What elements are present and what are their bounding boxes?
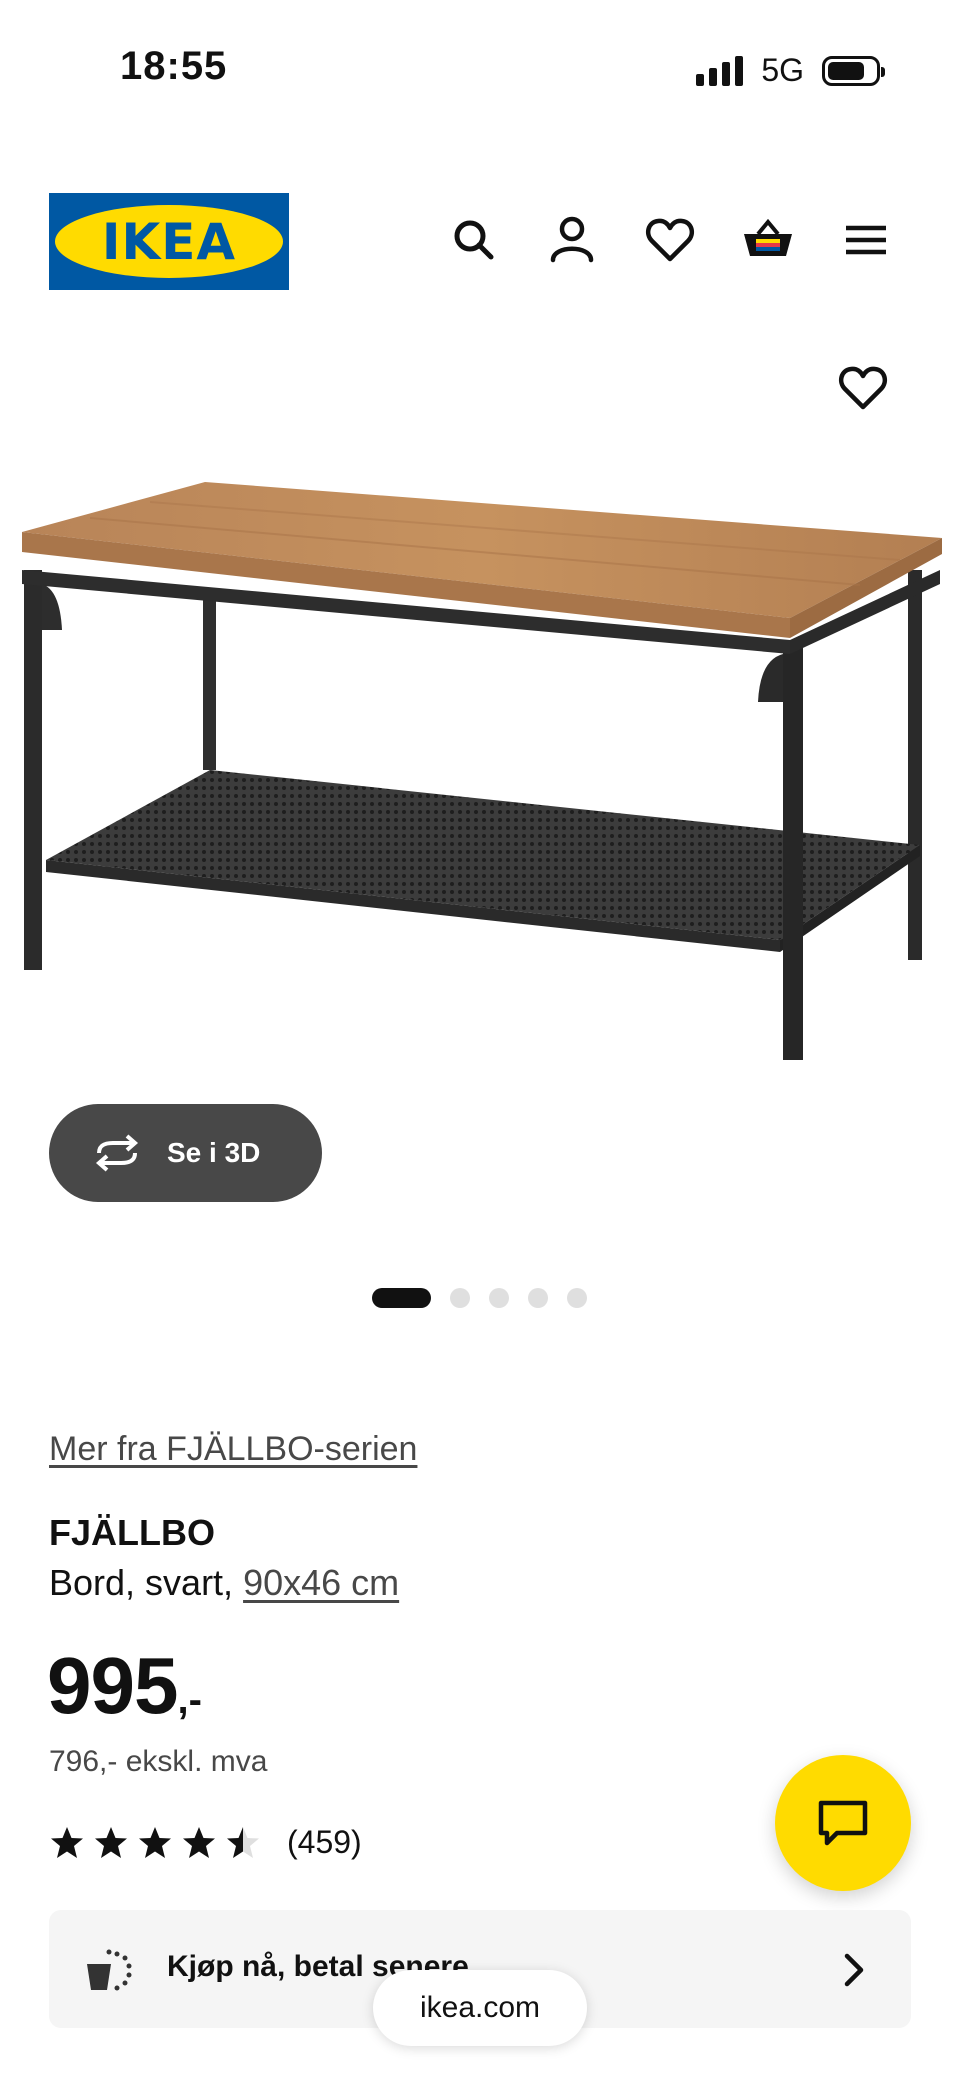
series-link[interactable]: Mer fra FJÄLLBO-serien [49, 1430, 417, 1469]
star-icon [95, 1826, 127, 1858]
menu-icon[interactable] [838, 212, 894, 268]
browser-url-bar[interactable]: ikea.com [373, 1970, 587, 2046]
basket-icon[interactable] [740, 212, 796, 268]
product-image[interactable] [0, 440, 960, 1120]
payment-bag-icon [87, 1949, 132, 1991]
battery-icon [822, 55, 885, 86]
account-icon[interactable] [544, 212, 600, 268]
search-icon[interactable] [446, 212, 502, 268]
price: 995,- [47, 1640, 202, 1732]
carousel-dot[interactable] [528, 1288, 548, 1308]
rotate-3d-icon [95, 1134, 139, 1172]
price-suffix: ,- [177, 1678, 202, 1722]
network-type: 5G [761, 52, 804, 88]
rating[interactable]: (459) [49, 1824, 362, 1861]
half-star-icon [227, 1826, 259, 1858]
chat-button[interactable] [775, 1755, 911, 1891]
star-icon [139, 1826, 171, 1858]
carousel-indicator[interactable] [372, 1288, 587, 1308]
carousel-dot[interactable] [567, 1288, 587, 1308]
price-value: 995 [47, 1641, 178, 1730]
chevron-right-icon [844, 1953, 864, 1987]
favorite-heart-icon[interactable] [835, 360, 891, 416]
review-count: (459) [287, 1824, 362, 1860]
carousel-dot[interactable] [489, 1288, 509, 1308]
carousel-dot[interactable] [450, 1288, 470, 1308]
view-in-3d-button[interactable]: Se i 3D [49, 1104, 322, 1202]
carousel-dot[interactable] [372, 1288, 431, 1308]
product-description: Bord, svart, 90x46 cm [49, 1562, 400, 1603]
status-time: 18:55 [120, 44, 228, 88]
view-in-3d-label: Se i 3D [167, 1137, 261, 1168]
status-indicators: 5G [696, 52, 885, 89]
ikea-logo[interactable]: IKEA [49, 193, 289, 290]
chat-icon [818, 1800, 868, 1846]
signal-icon [696, 55, 744, 86]
star-icon [183, 1826, 215, 1858]
star-icon [51, 1826, 83, 1858]
price-excl-vat: 796,- ekskl. mva [49, 1745, 268, 1778]
product-name: FJÄLLBO [49, 1512, 215, 1553]
heart-icon[interactable] [642, 212, 698, 268]
size-link[interactable]: 90x46 cm [243, 1562, 399, 1603]
